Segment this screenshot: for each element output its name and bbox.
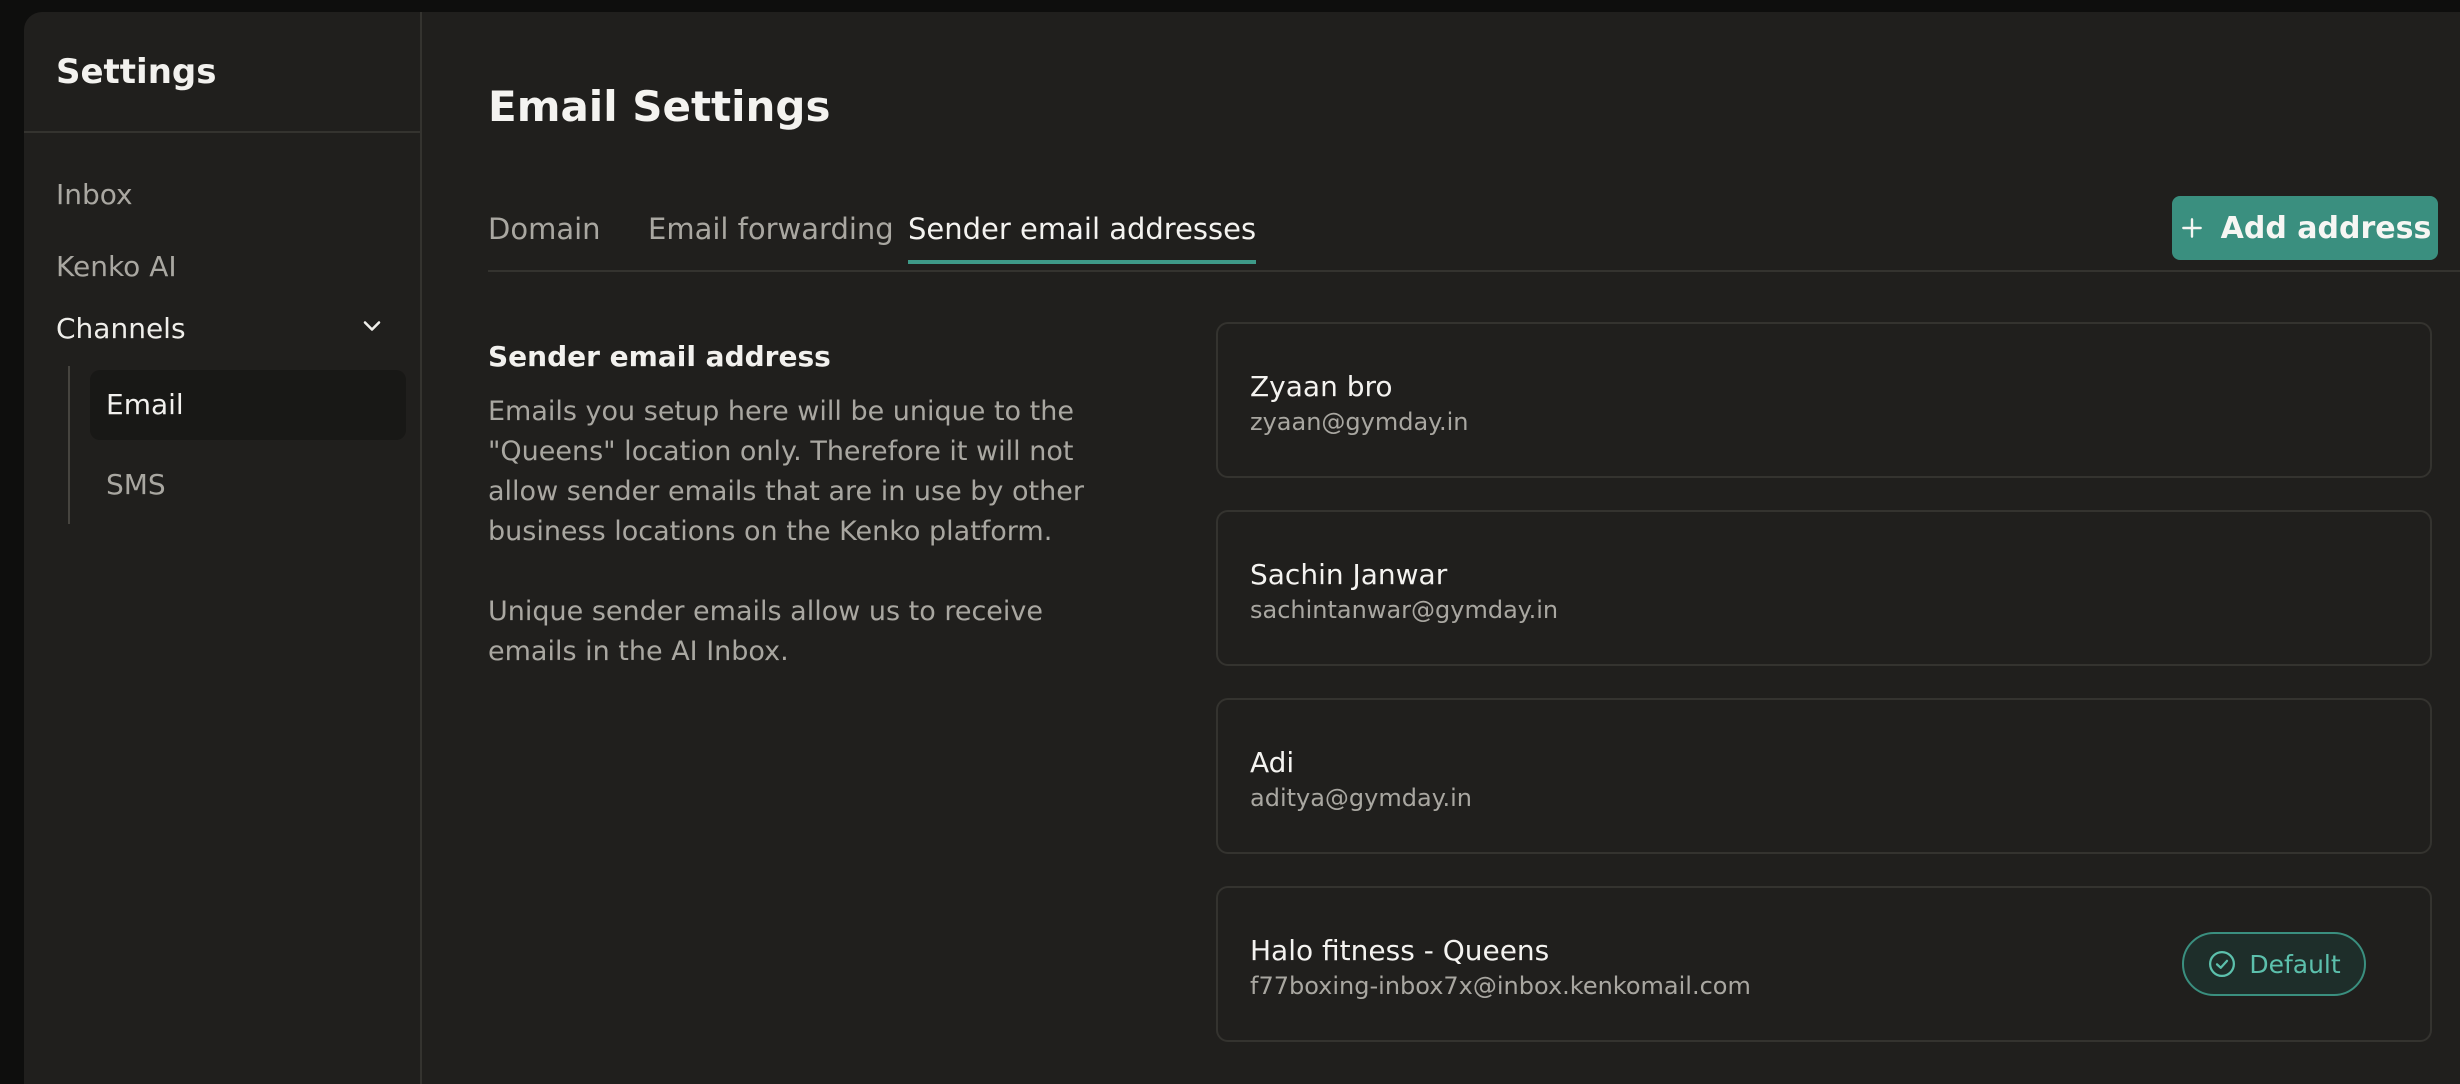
sidebar-item-sms[interactable]: SMS xyxy=(90,450,406,520)
address-email: sachintanwar@gymday.in xyxy=(1250,596,1559,624)
plus-icon xyxy=(2181,218,2202,238)
chevron-down-icon[interactable] xyxy=(358,312,386,340)
address-card[interactable]: Sachin Janwar sachintanwar@gymday.in xyxy=(1216,510,2432,666)
address-email: f77boxing-inbox7x@inbox.kenkomail.com xyxy=(1250,972,1751,1000)
address-card[interactable]: Adi aditya@gymday.in xyxy=(1216,698,2432,854)
section-title: Sender email address xyxy=(488,340,831,373)
tab-email-forwarding[interactable]: Email forwarding xyxy=(648,212,894,260)
tabs-divider xyxy=(488,270,2460,272)
default-badge: Default xyxy=(2182,932,2366,996)
address-card[interactable]: Halo fitness - Queens f77boxing-inbox7x@… xyxy=(1216,886,2432,1042)
section-description: Emails you setup here will be unique to … xyxy=(488,392,1128,712)
address-name: Halo fitness - Queens xyxy=(1250,934,1550,967)
section-description-1: Emails you setup here will be unique to … xyxy=(488,396,1084,547)
tab-sender-email-addresses[interactable]: Sender email addresses xyxy=(908,212,1257,264)
address-card[interactable]: Zyaan bro zyaan@gymday.in xyxy=(1216,322,2432,478)
sidebar-item-channels-label: Channels xyxy=(56,312,186,345)
address-name: Sachin Janwar xyxy=(1250,558,1448,591)
sidebar-title: Settings xyxy=(56,52,217,92)
sidebar: Settings Inbox Kenko AI Channels Email S… xyxy=(24,12,422,1084)
sidebar-item-inbox[interactable]: Inbox xyxy=(56,178,133,211)
sidebar-item-channels[interactable]: Channels xyxy=(56,312,396,345)
sidebar-divider xyxy=(24,131,420,133)
address-name: Adi xyxy=(1250,746,1295,779)
add-address-label: Add address xyxy=(2220,210,2432,246)
address-email: zyaan@gymday.in xyxy=(1250,408,1469,436)
settings-window: Settings Inbox Kenko AI Channels Email S… xyxy=(24,12,2460,1084)
main-content: Email Settings Domain Email forwarding S… xyxy=(424,12,2460,1084)
address-name: Zyaan bro xyxy=(1250,370,1393,403)
tab-domain[interactable]: Domain xyxy=(488,212,601,260)
check-circle-icon xyxy=(2209,951,2236,977)
sidebar-item-email[interactable]: Email xyxy=(90,370,406,440)
default-badge-label: Default xyxy=(2249,949,2341,979)
section-description-2: Unique sender emails allow us to receive… xyxy=(488,596,1044,667)
subnav-line xyxy=(68,366,70,524)
sidebar-item-kenko-ai[interactable]: Kenko AI xyxy=(56,250,177,283)
address-email: aditya@gymday.in xyxy=(1250,784,1472,812)
page-title: Email Settings xyxy=(488,82,831,131)
add-address-button[interactable]: Add address xyxy=(2172,196,2438,260)
